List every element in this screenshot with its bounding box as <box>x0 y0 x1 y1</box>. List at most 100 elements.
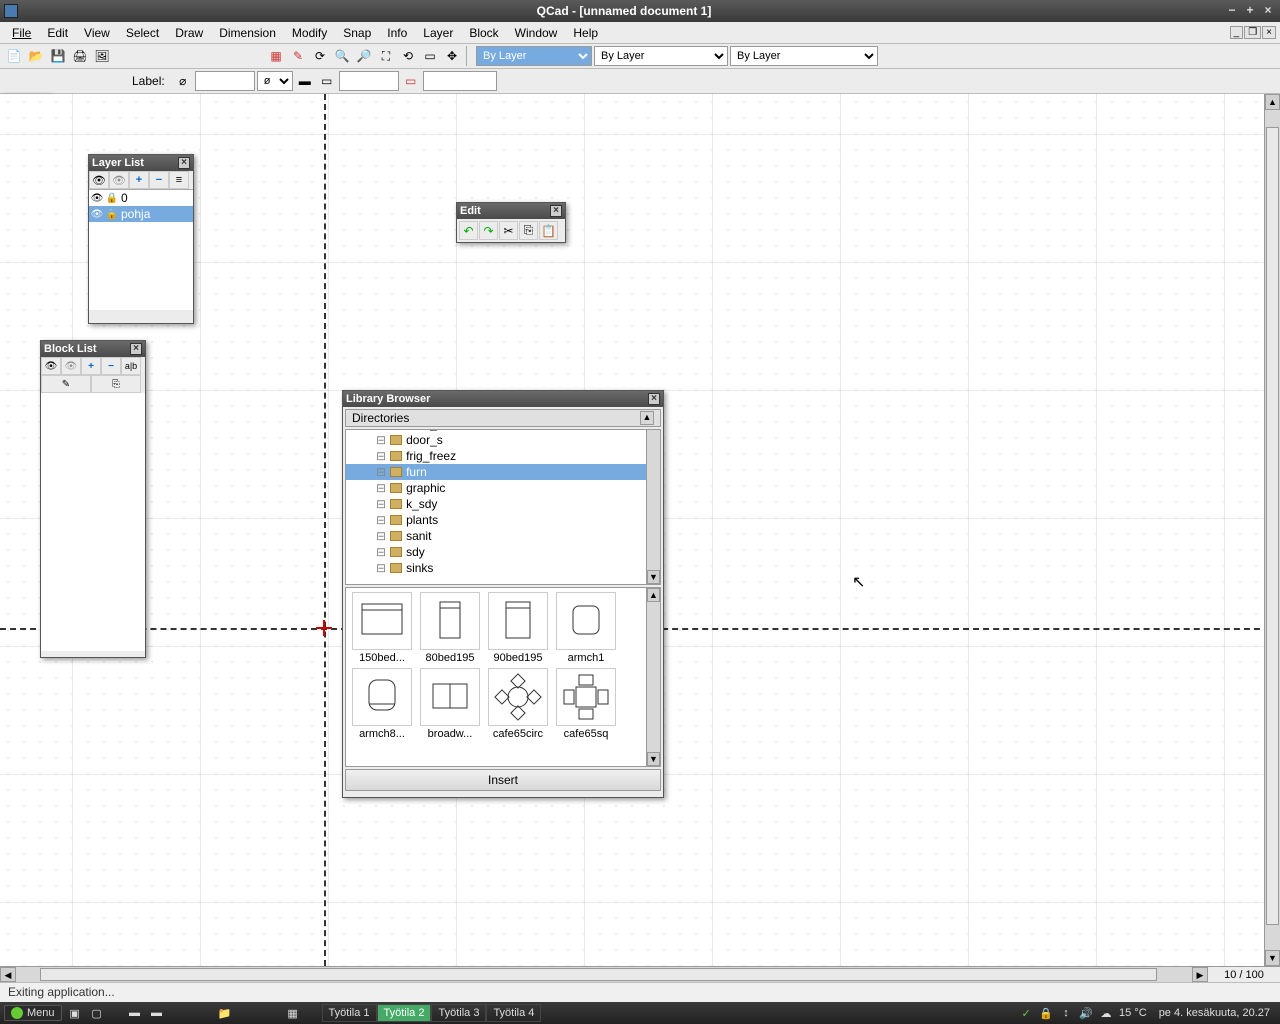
vertical-scrollbar[interactable]: ▲ ▼ <box>1264 94 1280 966</box>
new-button[interactable]: 📄 <box>4 46 24 66</box>
menu-snap[interactable]: Snap <box>335 24 379 42</box>
scroll-thumb[interactable] <box>1266 127 1279 925</box>
menu-window[interactable]: Window <box>507 24 566 42</box>
diameter-symbol-button[interactable]: ⌀ <box>173 71 193 91</box>
panel-close-button[interactable]: × <box>550 205 562 217</box>
tol-input-2[interactable] <box>423 71 497 91</box>
save-button[interactable]: 💾 <box>48 46 68 66</box>
menu-view[interactable]: View <box>76 24 118 42</box>
dir-item[interactable]: ⊟door_s <box>346 432 660 448</box>
scroll-up-button[interactable]: ▲ <box>647 588 660 602</box>
weather-icon[interactable]: ☁ <box>1099 1006 1113 1020</box>
eye-icon[interactable]: 👁 <box>91 208 103 220</box>
print-button[interactable]: 🖨 <box>70 46 90 66</box>
directory-tree[interactable]: ⊟door_d⊟door_s⊟frig_freez⊟furn⊟graphic⊟k… <box>345 429 661 585</box>
block-edit-button[interactable]: ✎ <box>41 375 91 393</box>
taskbar-filemanager[interactable]: 📁 <box>216 1004 234 1022</box>
window-list-button[interactable]: ▢ <box>88 1004 106 1022</box>
color-by-layer-select[interactable]: By Layer <box>476 46 592 66</box>
linetype-select[interactable]: By Layer <box>594 46 728 66</box>
zoom-auto-button[interactable]: ⛶ <box>376 46 396 66</box>
layer-row[interactable]: 👁🔒0 <box>89 190 193 206</box>
scroll-up-button[interactable]: ▲ <box>640 411 654 425</box>
workspace-button[interactable]: Työtila 1 <box>322 1004 377 1022</box>
tol-button-2[interactable]: ▭ <box>317 71 337 91</box>
library-item[interactable]: armch1 <box>554 592 618 664</box>
grid-scrollbar[interactable]: ▲ ▼ <box>646 588 660 766</box>
workspace-button[interactable]: Työtila 2 <box>377 1004 432 1022</box>
tol-button-1[interactable]: ▬ <box>295 71 315 91</box>
tol-input-1[interactable] <box>339 71 399 91</box>
lock-icon[interactable]: 🔒 <box>106 208 118 220</box>
redo-button[interactable]: ↷ <box>479 221 498 240</box>
menu-help[interactable]: Help <box>565 24 606 42</box>
panel-close-button[interactable]: × <box>178 157 190 169</box>
taskbar-qcad[interactable]: ▦ <box>284 1004 302 1022</box>
paste-button[interactable]: 📋 <box>539 221 558 240</box>
menu-edit[interactable]: Edit <box>39 24 76 42</box>
scroll-left-button[interactable]: ◀ <box>0 967 16 982</box>
library-item[interactable]: broadw... <box>418 668 482 740</box>
block-remove-button[interactable]: − <box>101 357 121 375</box>
scroll-thumb[interactable] <box>40 968 1157 981</box>
maximize-button[interactable]: + <box>1242 3 1258 19</box>
zoom-redraw-button[interactable]: ⟳ <box>310 46 330 66</box>
volume-icon[interactable]: 🔊 <box>1079 1006 1093 1020</box>
menu-block[interactable]: Block <box>461 24 506 42</box>
print-preview-button[interactable]: 🖼 <box>92 46 112 66</box>
scroll-down-button[interactable]: ▼ <box>1265 950 1280 966</box>
lock-icon[interactable]: 🔒 <box>106 192 118 204</box>
library-item[interactable]: 80bed195 <box>418 592 482 664</box>
copy-button[interactable]: ⎘ <box>519 221 538 240</box>
workspace-button[interactable]: Työtila 3 <box>431 1004 486 1022</box>
close-button[interactable]: × <box>1260 3 1276 19</box>
taskbar-app-1[interactable]: ▬ <box>126 1004 144 1022</box>
scroll-down-button[interactable]: ▼ <box>647 570 660 584</box>
dir-item[interactable]: ⊟sanit <box>346 528 660 544</box>
block-hide-all-button[interactable]: 👁 <box>61 357 81 375</box>
zoom-window-button[interactable]: ▭ <box>420 46 440 66</box>
dir-item[interactable]: ⊟k_sdy <box>346 496 660 512</box>
layer-remove-button[interactable]: − <box>149 171 169 189</box>
eye-icon[interactable]: 👁 <box>91 192 103 204</box>
layer-list-panel[interactable]: Layer List× 👁 👁 + − ≡ 👁🔒0👁🔒pohja <box>88 154 194 324</box>
panel-close-button[interactable]: × <box>648 393 660 405</box>
diameter-select[interactable]: ø <box>257 71 293 91</box>
minimize-button[interactable]: − <box>1224 3 1240 19</box>
mdi-restore[interactable]: ❐ <box>1244 26 1261 39</box>
scroll-up-button[interactable]: ▲ <box>1265 94 1280 110</box>
panel-close-button[interactable]: × <box>130 343 142 355</box>
network-icon[interactable]: ↕ <box>1059 1006 1073 1020</box>
scroll-right-button[interactable]: ▶ <box>1192 967 1208 982</box>
menu-layer[interactable]: Layer <box>415 24 461 42</box>
workspace-button[interactable]: Työtila 4 <box>486 1004 541 1022</box>
horizontal-scrollbar[interactable]: ◀ ▶ <box>0 966 1208 982</box>
zoom-in-button[interactable]: 🔍 <box>332 46 352 66</box>
draft-toggle-button[interactable]: ✎ <box>288 46 308 66</box>
library-item[interactable]: 150bed... <box>350 592 414 664</box>
library-item[interactable]: cafe65sq <box>554 668 618 740</box>
scroll-down-button[interactable]: ▼ <box>647 752 660 766</box>
library-item[interactable]: armch8... <box>350 668 414 740</box>
mdi-minimize[interactable]: _ <box>1230 26 1244 39</box>
taskbar-app-2[interactable]: ▬ <box>148 1004 166 1022</box>
zoom-pan-button[interactable]: ✥ <box>442 46 462 66</box>
open-button[interactable]: 📂 <box>26 46 46 66</box>
layer-hide-all-button[interactable]: 👁 <box>109 171 129 189</box>
zoom-out-button[interactable]: 🔎 <box>354 46 374 66</box>
lineweight-select[interactable]: By Layer <box>730 46 878 66</box>
cut-button[interactable]: ✂ <box>499 221 518 240</box>
dir-item[interactable]: ⊟sdy <box>346 544 660 560</box>
menu-modify[interactable]: Modify <box>284 24 335 42</box>
block-show-all-button[interactable]: 👁 <box>41 357 61 375</box>
start-menu-button[interactable]: Menu <box>4 1005 62 1021</box>
block-rename-button[interactable]: a|b <box>121 357 141 375</box>
shield-icon[interactable]: ✓ <box>1019 1006 1033 1020</box>
show-desktop-button[interactable]: ▣ <box>66 1004 84 1022</box>
block-list-panel[interactable]: Block List× 👁 👁 + − a|b ✎ ⎘ <box>40 340 146 658</box>
menu-draw[interactable]: Draw <box>167 24 211 42</box>
dir-item[interactable]: ⊟frig_freez <box>346 448 660 464</box>
layer-show-all-button[interactable]: 👁 <box>89 171 109 189</box>
lock-icon[interactable]: 🔒 <box>1039 1006 1053 1020</box>
library-item[interactable]: cafe65circ <box>486 668 550 740</box>
